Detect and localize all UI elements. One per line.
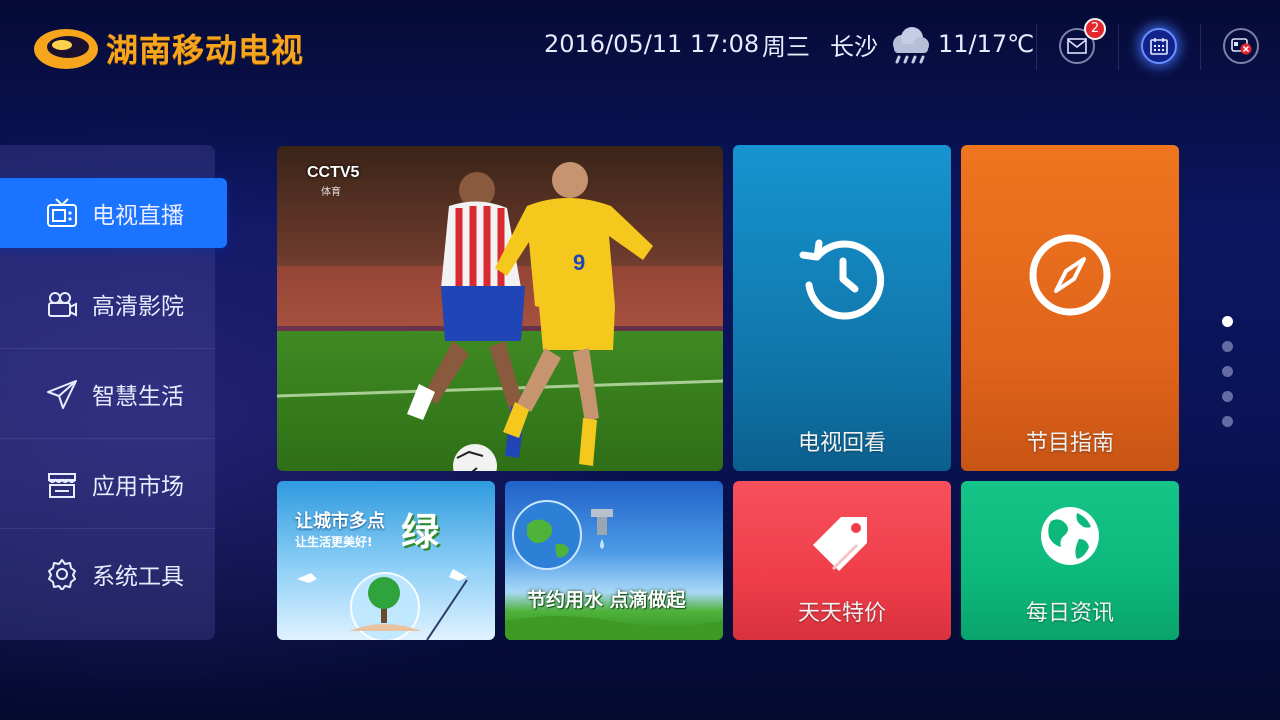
- header-divider: [1118, 24, 1119, 70]
- save-water-ad-tile[interactable]: 节约用水 点滴做起: [505, 481, 723, 640]
- daily-deals-tile[interactable]: 天天特价: [733, 481, 951, 640]
- channel-logo-sub: 体育: [321, 187, 341, 198]
- sidebar-item-smart-life[interactable]: 智慧生活: [0, 349, 215, 439]
- daily-news-tile[interactable]: 每日资讯: [961, 481, 1179, 640]
- card-error-icon: [1231, 38, 1252, 55]
- sidebar-item-hd-cinema[interactable]: 高清影院: [0, 259, 215, 349]
- globe-icon: [1041, 507, 1099, 565]
- svg-text:9: 9: [573, 250, 585, 275]
- tile-label: 天天特价: [797, 601, 886, 626]
- paper-plane-icon: [47, 379, 77, 409]
- sidebar-item-label: 系统工具: [92, 564, 184, 590]
- green-city-ad-image: [297, 569, 468, 640]
- page-dot[interactable]: [1222, 366, 1233, 377]
- brand-logo: 湖南移动电视: [32, 22, 304, 74]
- calendar-button[interactable]: [1141, 28, 1177, 64]
- page-indicator: [1222, 316, 1236, 441]
- ad-big-char: 绿: [401, 510, 440, 554]
- channel-logo: CCTV5: [307, 164, 360, 181]
- sidebar-nav: 电视直播 高清影院 智慧生活 应用市场 系统工具: [0, 145, 227, 640]
- header-divider: [1200, 24, 1201, 70]
- save-water-ad-image: [505, 500, 723, 640]
- sidebar-item-system-tools[interactable]: 系统工具: [0, 529, 215, 619]
- sidebar-item-label: 高清影院: [92, 293, 184, 320]
- page-dot[interactable]: [1222, 341, 1233, 352]
- program-guide-tile[interactable]: 节目指南: [961, 145, 1179, 471]
- page-dot[interactable]: [1222, 316, 1233, 327]
- mail-unread-badge: 2: [1084, 18, 1106, 40]
- calendar-icon: [1150, 38, 1168, 55]
- sidebar-item-label: 智慧生活: [92, 383, 184, 410]
- page-dot[interactable]: [1222, 391, 1233, 402]
- sidebar-item-app-market[interactable]: 应用市场: [0, 439, 215, 529]
- price-tag-icon: [813, 517, 867, 571]
- rain-cloud-icon: [893, 27, 929, 64]
- ad-title: 节约用水 点滴做起: [527, 589, 686, 611]
- sidebar-item-label: 电视直播: [92, 203, 184, 229]
- green-city-ad-tile[interactable]: 让城市多点 绿 让生活更美好!: [277, 481, 495, 640]
- mail-icon: [1067, 38, 1087, 54]
- mango-logo-icon: [34, 29, 98, 69]
- tile-label: 节目指南: [1025, 431, 1114, 456]
- datetime: 2016/05/11 17:08: [544, 30, 760, 58]
- tv-replay-tile[interactable]: 电视回看: [733, 145, 951, 471]
- header-divider: [1036, 24, 1037, 70]
- weekday: 周三: [762, 32, 810, 61]
- history-clock-icon: [799, 239, 885, 320]
- compass-icon: [1029, 234, 1111, 316]
- gear-icon: [48, 559, 76, 590]
- tv-icon: [47, 198, 77, 227]
- video-camera-icon: [48, 291, 77, 317]
- page-dot[interactable]: [1222, 416, 1233, 427]
- sidebar-item-label: 应用市场: [92, 473, 184, 500]
- ad-subtitle: 让生活更美好!: [295, 535, 373, 549]
- ad-title: 让城市多点: [295, 511, 385, 532]
- featured-football-image: 9: [277, 146, 723, 471]
- city: 长沙: [830, 32, 878, 61]
- tile-label: 每日资讯: [1025, 601, 1114, 626]
- card-status-button[interactable]: [1223, 28, 1259, 64]
- store-icon: [48, 472, 76, 498]
- brand-name: 湖南移动电视: [106, 31, 305, 69]
- sidebar-item-live-tv[interactable]: 电视直播: [0, 178, 227, 248]
- featured-live-tile[interactable]: 9 CCTV5 体育: [277, 146, 723, 471]
- tile-label: 电视回看: [797, 431, 886, 456]
- temperature: 11/17℃: [938, 30, 1035, 58]
